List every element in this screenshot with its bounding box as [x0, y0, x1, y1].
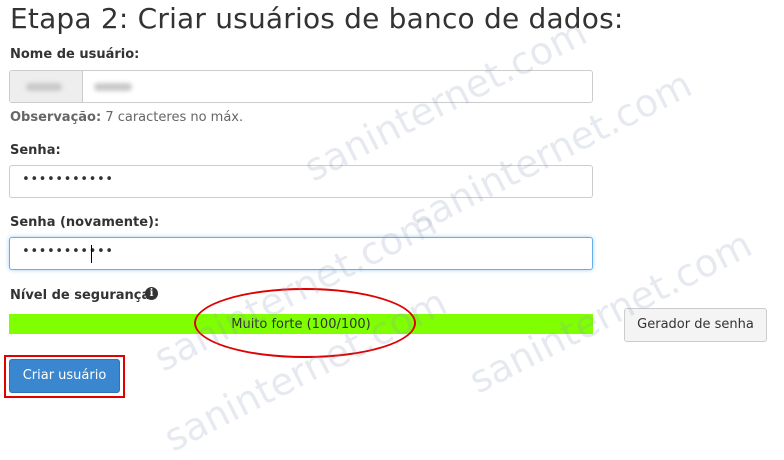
- username-field[interactable]: [9, 70, 593, 103]
- strength-label: Nível de segurança: [10, 288, 151, 303]
- username-label: Nome de usuário:: [10, 47, 140, 62]
- password-generator-button[interactable]: Gerador de senha: [624, 308, 767, 342]
- page-title: Etapa 2: Criar usuários de banco de dado…: [10, 2, 624, 35]
- password-label: Senha:: [10, 143, 61, 158]
- highlight-oval-annotation: [194, 288, 416, 358]
- info-icon[interactable]: i: [145, 287, 158, 300]
- highlight-box-annotation: [4, 355, 125, 398]
- password-field[interactable]: •••••••••••: [9, 165, 593, 198]
- password-confirm-field[interactable]: •••••••••••: [9, 237, 593, 270]
- username-prefix: [10, 71, 83, 102]
- text-caret: [91, 245, 92, 263]
- password-confirm-value: •••••••••••: [22, 244, 114, 259]
- password-value: •••••••••••: [22, 172, 114, 187]
- username-note: Observação: 7 caracteres no máx.: [10, 110, 244, 125]
- password-confirm-label: Senha (novamente):: [10, 215, 160, 230]
- blurred-username-text: [94, 83, 132, 91]
- blurred-prefix-text: [26, 83, 62, 91]
